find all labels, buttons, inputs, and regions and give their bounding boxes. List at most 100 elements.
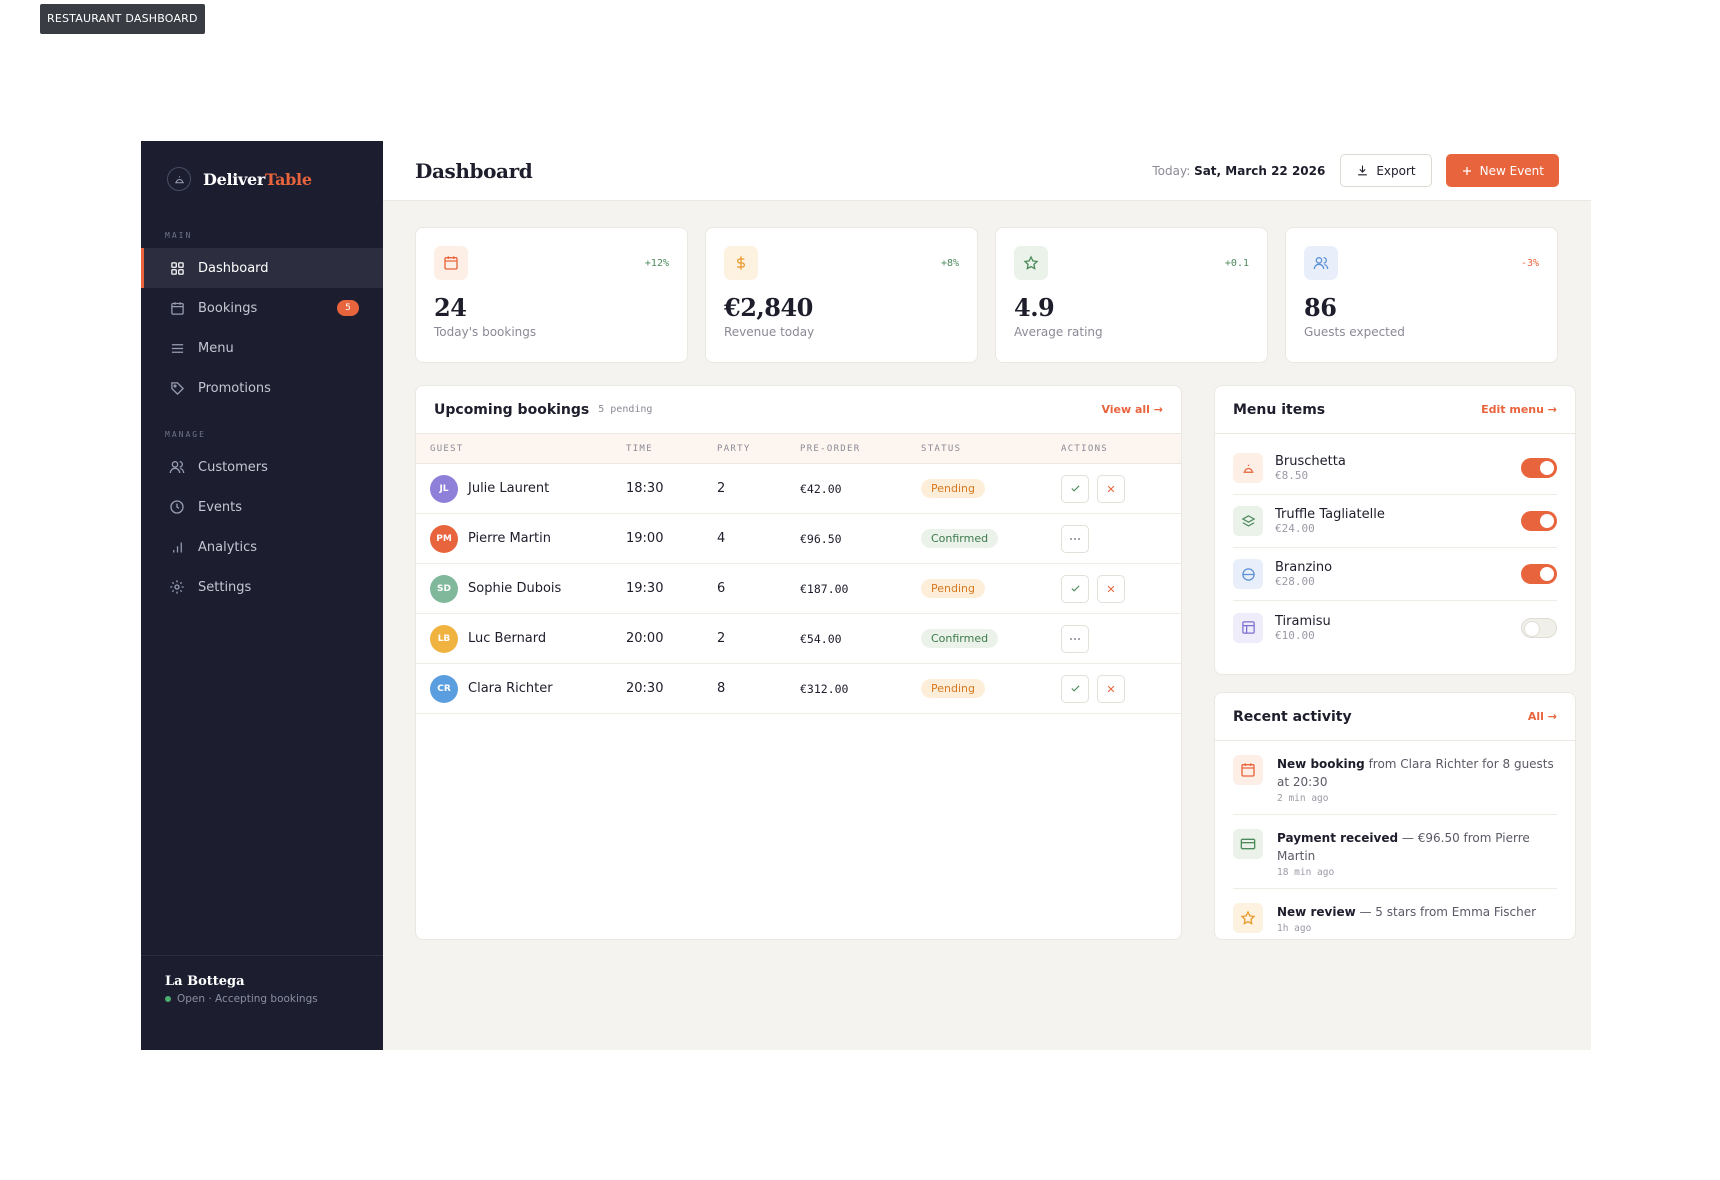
avatar: SD: [430, 574, 458, 603]
sidebar-item-bookings[interactable]: Bookings 5: [141, 288, 383, 328]
guest-cell: SD Sophie Dubois: [416, 574, 626, 603]
menu-item: Branzino €28.00: [1233, 548, 1557, 601]
stat-delta: +8%: [940, 258, 959, 269]
main-content: Dashboard Today: Sat, March 22 2026 Expo…: [383, 141, 1591, 1050]
avatar: LB: [430, 624, 458, 653]
sidebar-item-events[interactable]: Events: [141, 487, 383, 527]
column-header: GUEST: [430, 443, 464, 454]
clock-icon: [168, 498, 186, 516]
grid-icon: [168, 259, 186, 277]
new-event-button[interactable]: New Event: [1445, 154, 1559, 187]
check-icon: [1070, 585, 1080, 592]
menu-item: Truffle Tagliatelle €24.00: [1233, 495, 1557, 548]
page-title: Dashboard: [415, 158, 533, 183]
close-icon: [1107, 485, 1115, 492]
more-button[interactable]: [1061, 524, 1089, 553]
edit-menu-link[interactable]: Edit menu →: [1481, 403, 1557, 416]
sidebar-item-customers[interactable]: Customers: [141, 447, 383, 487]
party-size: 8: [717, 681, 726, 696]
activity-time: 2 min ago: [1277, 793, 1329, 804]
view-all-link[interactable]: View all →: [1101, 403, 1163, 416]
decline-button[interactable]: [1097, 474, 1125, 503]
sidebar: DeliverTable MAIN Dashboard Bookings 5 M…: [141, 141, 383, 1050]
booking-time: 18:30: [626, 481, 664, 496]
all-activity-link[interactable]: All →: [1528, 710, 1557, 723]
toggle-knob: [1525, 621, 1539, 636]
menu-item-price: €24.00: [1275, 522, 1315, 535]
table-row[interactable]: LB Luc Bernard 20:00 2 €54.00 Confirmed: [416, 614, 1181, 664]
activity-time: 18 min ago: [1277, 867, 1335, 878]
guest-cell: JL Julie Laurent: [416, 474, 626, 503]
card-title: Menu items: [1233, 401, 1326, 418]
stat-delta: -3%: [1520, 258, 1539, 269]
stat-label: Today's bookings: [434, 325, 537, 339]
decline-button[interactable]: [1097, 674, 1125, 703]
booking-time: 20:00: [626, 631, 664, 646]
approve-button[interactable]: [1061, 474, 1089, 503]
section-label-manage: MANAGE: [165, 430, 206, 439]
party-size: 2: [717, 481, 726, 496]
decline-button[interactable]: [1097, 574, 1125, 603]
activity-item: New review — 5 stars from Emma Fischer 1…: [1233, 889, 1557, 939]
availability-toggle[interactable]: [1521, 564, 1557, 584]
sidebar-item-dashboard[interactable]: Dashboard: [141, 248, 383, 288]
sidebar-item-menu[interactable]: Menu: [141, 328, 383, 368]
column-header: PARTY: [717, 443, 751, 454]
menu-item-price: €8.50: [1275, 469, 1309, 482]
menu-item-name: Branzino: [1275, 560, 1333, 575]
actions-cell: [1061, 524, 1181, 553]
approve-button[interactable]: [1061, 574, 1089, 603]
more-button[interactable]: [1061, 624, 1089, 653]
export-button[interactable]: Export: [1340, 154, 1432, 187]
guest-name: Pierre Martin: [468, 531, 551, 546]
sidebar-item-label: Events: [198, 499, 243, 515]
menu-item-price: €10.00: [1275, 628, 1315, 642]
brand[interactable]: DeliverTable: [141, 141, 383, 217]
tag-icon: [168, 379, 186, 397]
status-cell: Confirmed: [921, 629, 1061, 648]
sidebar-item-settings[interactable]: Settings: [141, 567, 383, 607]
table-header: GUEST TIME PARTY PRE-ORDER STATUS ACTION…: [416, 434, 1181, 464]
availability-toggle[interactable]: [1521, 617, 1557, 638]
guest-cell: PM Pierre Martin: [416, 524, 626, 553]
approve-button[interactable]: [1061, 674, 1089, 703]
sidebar-item-analytics[interactable]: Analytics: [141, 527, 383, 567]
stat-label: Revenue today: [724, 325, 815, 339]
booking-time: 19:00: [626, 531, 664, 546]
bell-icon: [167, 167, 191, 191]
stat-card: +0.1 4.9 Average rating: [995, 227, 1268, 363]
menu-item-price: €28.00: [1275, 575, 1315, 588]
availability-toggle[interactable]: [1521, 511, 1557, 531]
stat-card: -3% 86 Guests expected: [1285, 227, 1558, 363]
table-row[interactable]: PM Pierre Martin 19:00 4 €96.50 Confirme…: [416, 514, 1181, 564]
table-row[interactable]: SD Sophie Dubois 19:30 6 €187.00 Pending: [416, 564, 1181, 614]
sidebar-item-label: Promotions: [198, 380, 271, 396]
availability-toggle[interactable]: [1521, 458, 1557, 478]
menu-item: Bruschetta €8.50: [1233, 442, 1557, 495]
preorder-amount: €96.50: [800, 531, 842, 546]
restaurant-info: La Bottega Open · Accepting bookings: [141, 955, 383, 1050]
layers-icon: [1233, 506, 1263, 536]
status-dot: [165, 996, 171, 1002]
status-cell: Confirmed: [921, 529, 1061, 548]
activity-text: Payment received — €96.50 from Pierre Ma…: [1277, 831, 1530, 863]
column-header: STATUS: [921, 443, 962, 454]
users-icon: [1304, 246, 1338, 280]
recent-activity-card: Recent activity All → New booking from C…: [1214, 692, 1576, 940]
toggle-knob: [1540, 514, 1554, 528]
preorder-amount: €42.00: [800, 481, 842, 496]
table-row[interactable]: JL Julie Laurent 18:30 2 €42.00 Pending: [416, 464, 1181, 514]
bell-icon: [1233, 453, 1263, 483]
activity-text: New review — 5 stars from Emma Fischer: [1277, 905, 1537, 919]
table-row[interactable]: CR Clara Richter 20:30 8 €312.00 Pending: [416, 664, 1181, 714]
sidebar-item-label: Dashboard: [198, 260, 269, 276]
guest-cell: LB Luc Bernard: [416, 624, 626, 653]
download-icon: [1356, 164, 1369, 177]
restaurant-status: Open · Accepting bookings: [165, 993, 359, 1005]
sidebar-item-promotions[interactable]: Promotions: [141, 368, 383, 408]
stat-value: 86: [1304, 293, 1337, 322]
status-badge: Pending: [921, 479, 985, 498]
sidebar-item-label: Menu: [198, 340, 234, 356]
sidebar-item-label: Settings: [198, 579, 252, 595]
toggle-knob: [1540, 461, 1554, 475]
